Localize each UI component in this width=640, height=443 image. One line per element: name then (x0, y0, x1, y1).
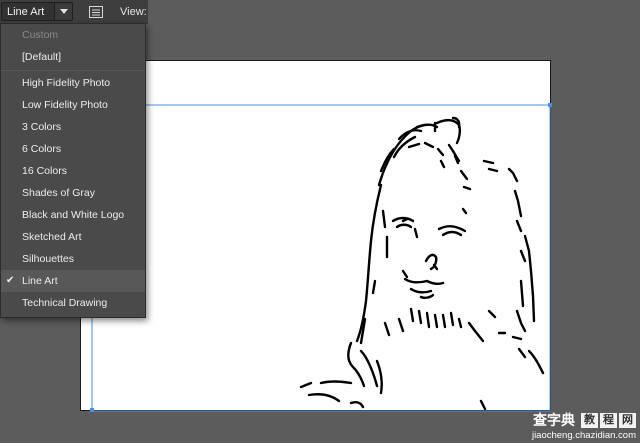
menu-item-custom: Custom (22, 29, 59, 41)
menu-item-black-and-white-logo[interactable]: Black and White Logo (1, 204, 145, 226)
menu-item-default[interactable]: [Default] (1, 46, 145, 68)
menu-item-sketched-art[interactable]: Sketched Art (1, 226, 145, 248)
watermark-logo: 查字典 教 程 网 (533, 411, 636, 429)
menu-item-shades-of-gray[interactable]: Shades of Gray (1, 182, 145, 204)
traced-line-art (90, 103, 552, 412)
line-art-strokes (299, 116, 545, 411)
watermark-brand: 查字典 (533, 412, 575, 428)
menu-item-technical-drawing[interactable]: Technical Drawing (1, 292, 145, 314)
watermark-char: 网 (619, 412, 636, 428)
menu-item-line-art[interactable]: ✔ Line Art (1, 270, 145, 292)
artboard[interactable] (80, 60, 552, 412)
control-bar: Line Art View: (0, 0, 148, 24)
view-label: View: (120, 6, 147, 18)
watermark-char: 教 (581, 412, 598, 428)
menu-separator (1, 70, 145, 71)
panel-list-icon (89, 6, 103, 18)
menu-item-6-colors[interactable]: 6 Colors (1, 138, 145, 160)
watermark-url: jiaocheng.chazidian.com (531, 430, 636, 441)
menu-item-high-fidelity-photo[interactable]: High Fidelity Photo (1, 72, 145, 94)
selection-bounding-box (91, 104, 551, 412)
site-watermark: 查字典 教 程 网 jiaocheng.chazidian.com (504, 411, 636, 441)
checkmark-icon: ✔ (6, 275, 15, 286)
trace-panel-button[interactable] (88, 4, 104, 20)
preset-dropdown[interactable]: Line Art (1, 2, 73, 21)
triangle-down-icon (60, 9, 68, 14)
selection-handle (548, 103, 552, 107)
menu-item-16-colors[interactable]: 16 Colors (1, 160, 145, 182)
preset-dropdown-toggle[interactable] (54, 3, 72, 20)
menu-item-3-colors[interactable]: 3 Colors (1, 116, 145, 138)
menu-item-low-fidelity-photo[interactable]: Low Fidelity Photo (1, 94, 145, 116)
selection-handle (90, 408, 94, 412)
preset-menu: Custom [Default] High Fidelity Photo Low… (0, 23, 146, 318)
preset-dropdown-value: Line Art (7, 6, 45, 18)
watermark-char: 程 (600, 412, 617, 428)
menu-item-silhouettes[interactable]: Silhouettes (1, 248, 145, 270)
